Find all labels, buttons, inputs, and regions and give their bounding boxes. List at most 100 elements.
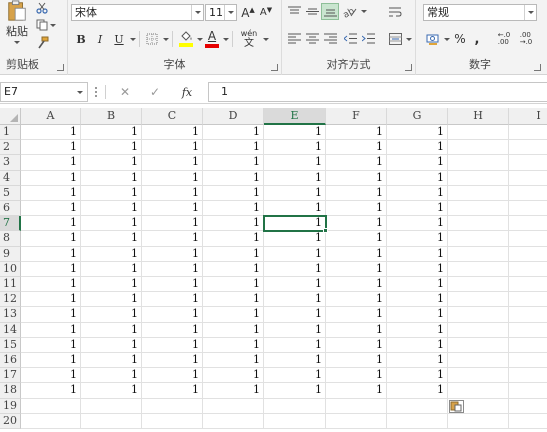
cell-e7[interactable]: 1: [264, 216, 326, 232]
name-box-dropdown-arrow[interactable]: [77, 91, 83, 94]
italic-button[interactable]: I: [92, 30, 108, 48]
cell-e15[interactable]: 1: [264, 337, 326, 353]
cell-b2[interactable]: 1: [81, 140, 142, 156]
column-header-e[interactable]: E: [264, 108, 326, 125]
cell-a12[interactable]: 1: [21, 292, 81, 308]
column-header-g[interactable]: G: [387, 108, 448, 125]
orientation-dropdown-arrow[interactable]: [361, 10, 367, 13]
formula-bar-grip[interactable]: [95, 87, 97, 97]
cell-f17[interactable]: 1: [326, 368, 387, 384]
row-header-19[interactable]: 19: [0, 398, 21, 414]
insert-function-button[interactable]: fx: [176, 84, 198, 100]
cell-g8[interactable]: 1: [387, 231, 448, 247]
cell-g9[interactable]: 1: [387, 246, 448, 262]
font-color-button[interactable]: A: [204, 29, 220, 49]
cell-c8[interactable]: 1: [142, 231, 203, 247]
phonetic-dropdown-arrow[interactable]: [263, 38, 269, 41]
cell-i4[interactable]: [509, 171, 547, 186]
cell-b18[interactable]: 1: [81, 383, 142, 399]
cell-d5[interactable]: 1: [203, 185, 264, 201]
cell-e10[interactable]: 1: [264, 261, 326, 277]
cell-c17[interactable]: 1: [142, 368, 203, 384]
orientation-button[interactable]: ab: [341, 3, 359, 20]
cell-d13[interactable]: 1: [203, 307, 264, 323]
cell-b10[interactable]: 1: [81, 261, 142, 277]
copy-button[interactable]: [34, 18, 58, 32]
row-header-11[interactable]: 11: [0, 277, 21, 293]
cell-a11[interactable]: 1: [21, 277, 81, 293]
cell-h20[interactable]: [448, 413, 509, 429]
cell-h6[interactable]: [448, 201, 509, 217]
cell-e19[interactable]: [264, 398, 326, 414]
cell-b4[interactable]: 1: [81, 170, 142, 186]
cell-a1[interactable]: 1: [21, 125, 81, 141]
cell-c3[interactable]: 1: [142, 155, 203, 171]
cell-c1[interactable]: 1: [142, 125, 203, 141]
cell-g7[interactable]: 1: [387, 216, 448, 232]
copy-dropdown-arrow[interactable]: [50, 23, 56, 27]
grow-font-button[interactable]: A ▲: [240, 4, 256, 21]
cell-a18[interactable]: 1: [21, 383, 81, 399]
cell-e13[interactable]: 1: [264, 307, 326, 323]
increase-indent-button[interactable]: [359, 30, 377, 47]
cell-a17[interactable]: 1: [21, 368, 81, 384]
cell-f14[interactable]: 1: [326, 322, 387, 338]
cell-i18[interactable]: [509, 383, 547, 399]
cell-i17[interactable]: [509, 368, 547, 384]
number-format-dropdown-arrow[interactable]: [524, 5, 536, 20]
cell-d9[interactable]: 1: [203, 246, 264, 262]
cell-f9[interactable]: 1: [326, 246, 387, 262]
cell-d6[interactable]: 1: [203, 201, 264, 217]
cell-f12[interactable]: 1: [326, 292, 387, 308]
cell-a16[interactable]: 1: [21, 353, 81, 369]
column-header-f[interactable]: F: [326, 108, 387, 125]
row-header-15[interactable]: 15: [0, 337, 21, 353]
cell-e5[interactable]: 1: [264, 185, 326, 201]
row-header-14[interactable]: 14: [0, 322, 21, 338]
top-align-button[interactable]: [285, 3, 303, 20]
cell-f18[interactable]: 1: [326, 383, 387, 399]
cell-e4[interactable]: 1: [264, 170, 326, 186]
cell-g16[interactable]: 1: [387, 353, 448, 369]
cell-b3[interactable]: 1: [81, 155, 142, 171]
cell-d18[interactable]: 1: [203, 383, 264, 399]
cell-g20[interactable]: [387, 413, 448, 429]
font-size-select[interactable]: 11: [205, 4, 237, 21]
cell-b14[interactable]: 1: [81, 322, 142, 338]
cell-b17[interactable]: 1: [81, 368, 142, 384]
cell-a3[interactable]: 1: [21, 155, 81, 171]
cell-g10[interactable]: 1: [387, 261, 448, 277]
cell-d7[interactable]: 1: [203, 216, 264, 232]
cell-a6[interactable]: 1: [21, 201, 81, 217]
alignment-dialog-launcher[interactable]: [405, 64, 412, 71]
column-header-c[interactable]: C: [142, 108, 203, 125]
cell-i8[interactable]: [509, 231, 547, 247]
cell-i10[interactable]: [509, 262, 547, 277]
cell-c5[interactable]: 1: [142, 185, 203, 201]
underline-dropdown-arrow[interactable]: [130, 38, 136, 41]
cell-f1[interactable]: 1: [326, 125, 387, 141]
comma-style-button[interactable]: ,: [470, 30, 484, 48]
cell-e3[interactable]: 1: [264, 155, 326, 171]
row-header-2[interactable]: 2: [0, 140, 21, 156]
fill-color-button[interactable]: [178, 29, 194, 49]
cell-b6[interactable]: 1: [81, 201, 142, 217]
row-header-7[interactable]: 7: [0, 216, 21, 232]
wrap-text-button[interactable]: [386, 3, 404, 20]
cell-a19[interactable]: [21, 398, 81, 414]
row-header-4[interactable]: 4: [0, 170, 21, 186]
middle-align-button[interactable]: [303, 3, 321, 20]
cell-d3[interactable]: 1: [203, 155, 264, 171]
cell-g6[interactable]: 1: [387, 201, 448, 217]
cell-a2[interactable]: 1: [21, 140, 81, 156]
underline-button[interactable]: U: [111, 30, 127, 48]
cell-a4[interactable]: 1: [21, 170, 81, 186]
cell-e11[interactable]: 1: [264, 277, 326, 293]
formula-input[interactable]: 1: [208, 82, 547, 102]
cell-i20[interactable]: [509, 414, 547, 429]
row-header-5[interactable]: 5: [0, 185, 21, 201]
cell-d14[interactable]: 1: [203, 322, 264, 338]
cell-g4[interactable]: 1: [387, 170, 448, 186]
cell-g18[interactable]: 1: [387, 383, 448, 399]
row-header-20[interactable]: 20: [0, 413, 21, 429]
